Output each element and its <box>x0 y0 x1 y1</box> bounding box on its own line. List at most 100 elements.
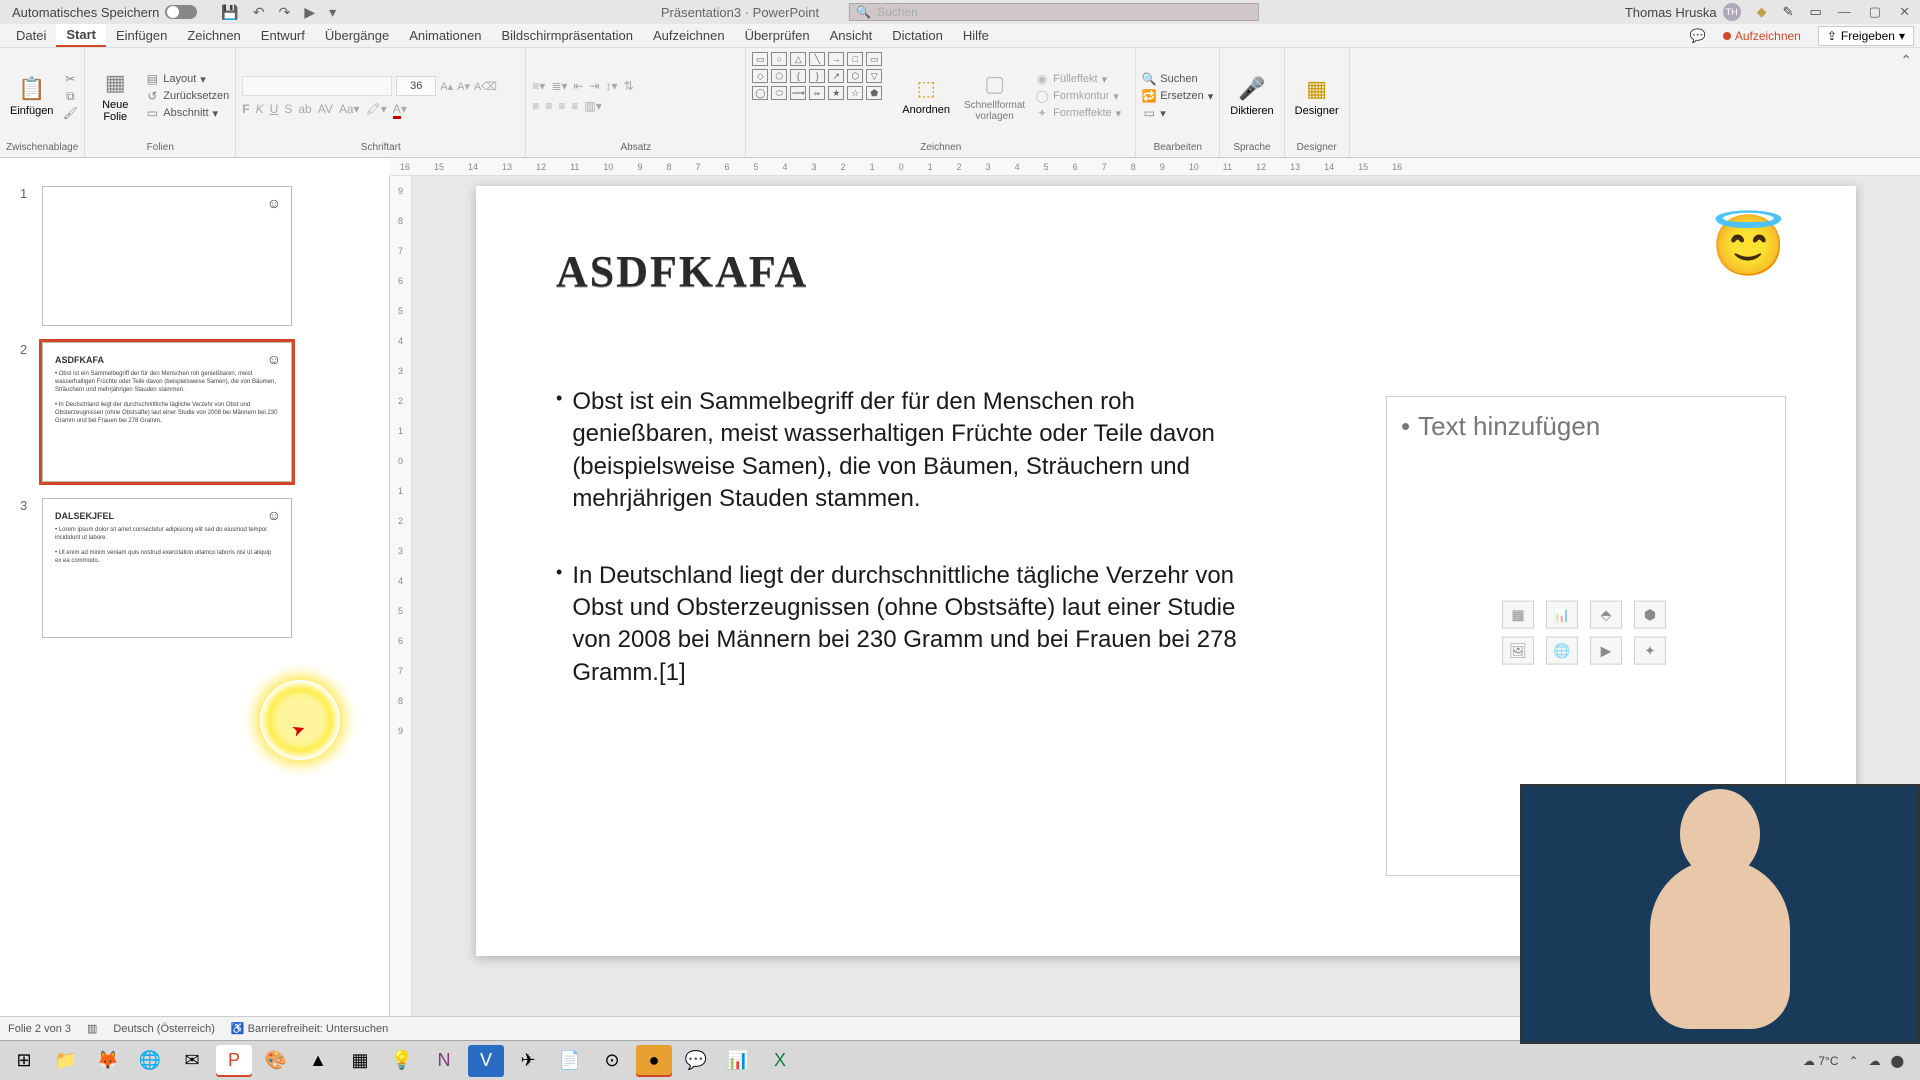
font-size-input[interactable]: 36 <box>396 76 436 96</box>
vlc-icon[interactable]: ▲ <box>300 1045 336 1077</box>
tab-entwurf[interactable]: Entwurf <box>251 24 315 47</box>
strikethrough-button[interactable]: S <box>284 102 292 116</box>
shapes-gallery[interactable]: ▭○△╲→□▭ ◇⬠{}↗⬡▽ ◯⬭⟶⬰★☆⬟ <box>752 52 892 140</box>
placeholder-content-icons[interactable]: ▦ 📊 ⬘ ⬢ 🖼 🌐 ▶ ✦ <box>1502 601 1670 665</box>
tab-einfuegen[interactable]: Einfügen <box>106 24 177 47</box>
tray-app-icon[interactable]: ⬤ <box>1891 1054 1904 1068</box>
insert-table-icon[interactable]: ▦ <box>1502 601 1534 629</box>
shadow-button[interactable]: ab <box>298 102 311 116</box>
underline-button[interactable]: U <box>270 102 279 116</box>
tab-start[interactable]: Start <box>56 24 106 47</box>
align-left-button[interactable]: ≡ <box>532 99 539 113</box>
slide-thumbnails-pane[interactable]: 1 ☺ 2 ☺ ASDFKAFA • Obst ist ein Sammelbe… <box>0 176 390 1016</box>
bullets-button[interactable]: ≡▾ <box>532 79 545 93</box>
reset-button[interactable]: ↺Zurücksetzen <box>145 89 229 103</box>
language-indicator[interactable]: Deutsch (Österreich) <box>113 1023 214 1035</box>
paste-button[interactable]: 📋Einfügen <box>6 52 57 140</box>
align-right-button[interactable]: ≡ <box>558 99 565 113</box>
italic-button[interactable]: K <box>256 102 264 116</box>
shape-outline-button[interactable]: ◯Formkontur ▾ <box>1035 89 1121 103</box>
redo-icon[interactable]: ↷ <box>279 4 291 21</box>
slide-content-left[interactable]: •Obst ist ein Sammelbegriff der für den … <box>556 386 1256 733</box>
weather-widget[interactable]: ☁ 7°C <box>1803 1054 1838 1068</box>
insert-smartart-icon[interactable]: ⬘ <box>1590 601 1622 629</box>
clear-format-icon[interactable]: A⌫ <box>474 80 497 93</box>
outlook-icon[interactable]: ✉ <box>174 1045 210 1077</box>
insert-picture-icon[interactable]: 🖼 <box>1502 637 1534 665</box>
increase-indent-button[interactable]: ⇥ <box>589 79 599 93</box>
shape-fill-button[interactable]: ◉Fülleffekt ▾ <box>1035 72 1121 86</box>
spacing-button[interactable]: AV <box>318 102 333 116</box>
cut-button[interactable]: ✂ <box>63 72 77 86</box>
font-family-input[interactable] <box>242 76 392 96</box>
tab-animationen[interactable]: Animationen <box>399 24 491 47</box>
app-icon-4[interactable]: 📄 <box>552 1045 588 1077</box>
tray-chevron-icon[interactable]: ⌃ <box>1849 1054 1859 1068</box>
app-icon[interactable]: 🎨 <box>258 1045 294 1077</box>
app-icon-3[interactable]: 💡 <box>384 1045 420 1077</box>
window-icon[interactable]: ▭ <box>1810 4 1822 20</box>
insert-icon-icon[interactable]: ✦ <box>1634 637 1666 665</box>
maximize-button[interactable]: ▢ <box>1869 4 1881 20</box>
app-v-icon[interactable]: V <box>468 1045 504 1077</box>
powerpoint-icon[interactable]: P <box>216 1045 252 1077</box>
undo-icon[interactable]: ↶ <box>253 4 265 21</box>
tray-cloud-icon[interactable]: ☁ <box>1869 1054 1881 1068</box>
autosave-toggle[interactable]: Automatisches Speichern <box>12 5 197 20</box>
find-button[interactable]: 🔍Suchen <box>1142 72 1213 86</box>
toggle-off-icon[interactable] <box>165 5 197 19</box>
tab-hilfe[interactable]: Hilfe <box>953 24 999 47</box>
save-icon[interactable]: 💾 <box>221 4 238 21</box>
copy-button[interactable]: ⧉ <box>63 89 77 103</box>
comments-icon[interactable]: 💬 <box>1690 28 1706 44</box>
layout-button[interactable]: ▤Layout ▾ <box>145 72 229 86</box>
record-button[interactable]: Aufzeichnen <box>1716 26 1808 46</box>
tab-ansicht[interactable]: Ansicht <box>820 24 883 47</box>
more-qat-icon[interactable]: ▾ <box>329 4 336 21</box>
discord-icon[interactable]: 💬 <box>678 1045 714 1077</box>
slide-thumbnail-1[interactable]: ☺ <box>42 186 292 326</box>
app-icon-7[interactable]: 📊 <box>720 1045 756 1077</box>
app-icon-5[interactable]: ⊙ <box>594 1045 630 1077</box>
section-button[interactable]: ▭Abschnitt ▾ <box>145 106 229 120</box>
arrange-button[interactable]: ⬚Anordnen <box>898 52 954 140</box>
justify-button[interactable]: ≡ <box>571 99 578 113</box>
slide-thumbnail-2[interactable]: ☺ ASDFKAFA • Obst ist ein Sammelbegriff … <box>42 342 292 482</box>
tab-bildschirmpraesentation[interactable]: Bildschirmpräsentation <box>491 24 643 47</box>
new-slide-button[interactable]: ▦Neue Folie <box>91 52 139 140</box>
slide-thumbnail-3[interactable]: ☺ DALSEKJFEL • Lorem ipsum dolor sit ame… <box>42 498 292 638</box>
app-icon-2[interactable]: ▦ <box>342 1045 378 1077</box>
insert-video-icon[interactable]: ▶ <box>1590 637 1622 665</box>
numbering-button[interactable]: ≣▾ <box>551 79 567 93</box>
start-slideshow-icon[interactable]: ▶ <box>304 4 315 21</box>
firefox-icon[interactable]: 🦊 <box>90 1045 126 1077</box>
dictate-button[interactable]: 🎤Diktieren <box>1226 52 1277 140</box>
collapse-ribbon-button[interactable]: ⌃ <box>1892 48 1920 157</box>
slide-title[interactable]: ASDFKAFA <box>556 246 1776 297</box>
draw-icon[interactable]: ✎ <box>1783 4 1794 20</box>
format-painter-button[interactable]: 🖌 <box>63 106 77 120</box>
start-button[interactable]: ⊞ <box>6 1045 42 1077</box>
text-direction-button[interactable]: ⇅ <box>624 79 634 93</box>
user-account[interactable]: Thomas Hruska TH <box>1625 3 1741 21</box>
tab-datei[interactable]: Datei <box>6 24 56 47</box>
chrome-icon[interactable]: 🌐 <box>132 1045 168 1077</box>
shape-effects-button[interactable]: ✦Formeffekte ▾ <box>1035 106 1121 120</box>
decrease-indent-button[interactable]: ⇤ <box>573 79 583 93</box>
case-button[interactable]: Aa▾ <box>339 102 360 116</box>
telegram-icon[interactable]: ✈ <box>510 1045 546 1077</box>
tab-aufzeichnen[interactable]: Aufzeichnen <box>643 24 735 47</box>
diamond-icon[interactable]: ◆ <box>1757 4 1767 20</box>
decrease-font-icon[interactable]: A▾ <box>457 80 470 93</box>
halo-smiley-icon[interactable]: 😇 <box>1711 210 1786 281</box>
replace-button[interactable]: 🔁Ersetzen ▾ <box>1142 89 1213 103</box>
onenote-icon[interactable]: N <box>426 1045 462 1077</box>
file-explorer-icon[interactable]: 📁 <box>48 1045 84 1077</box>
share-button[interactable]: ⇪Freigeben▾ <box>1818 26 1914 46</box>
insert-3d-icon[interactable]: ⬢ <box>1634 601 1666 629</box>
bold-button[interactable]: F <box>242 102 249 116</box>
tab-ueberpruefen[interactable]: Überprüfen <box>735 24 820 47</box>
tab-zeichnen[interactable]: Zeichnen <box>177 24 250 47</box>
highlight-button[interactable]: 🖍▾ <box>366 102 387 116</box>
align-center-button[interactable]: ≡ <box>545 99 552 113</box>
